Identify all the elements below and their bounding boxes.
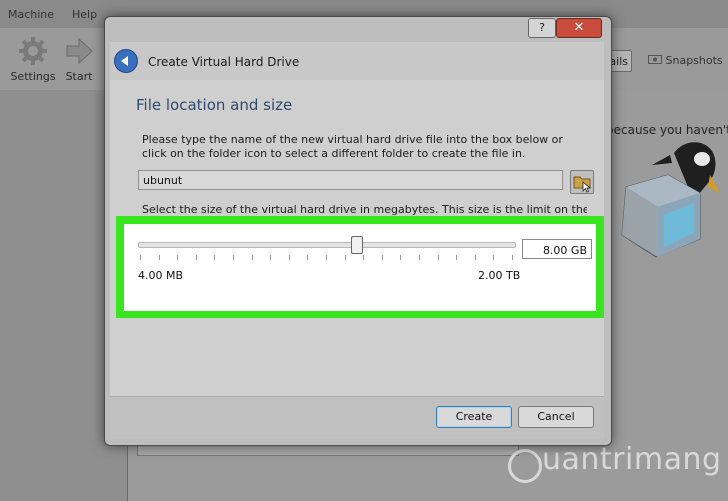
slider-tick xyxy=(177,255,179,260)
gear-icon xyxy=(19,37,47,65)
tab-snapshots-label: Snapshots xyxy=(665,54,723,67)
section-title: File location and size xyxy=(136,96,293,114)
tab-snapshots[interactable]: Snapshots xyxy=(648,54,723,67)
slider-tick xyxy=(381,255,383,260)
slider-tick xyxy=(140,255,141,260)
lightbulb-icon xyxy=(508,449,542,483)
start-button[interactable]: Start xyxy=(54,36,104,83)
help-button[interactable]: ? xyxy=(528,18,556,38)
menu-machine[interactable]: Machine xyxy=(8,8,54,21)
slider-min-label: 4.00 MB xyxy=(138,269,184,282)
slider-tick xyxy=(437,255,439,260)
cancel-button[interactable]: Cancel xyxy=(518,406,594,428)
arrow-right-icon xyxy=(66,37,93,65)
close-button[interactable]: ✕ xyxy=(556,18,602,38)
slider-tick xyxy=(158,255,160,260)
folder-icon xyxy=(573,176,592,193)
slider-tick xyxy=(233,255,234,260)
camera-icon xyxy=(648,55,662,64)
slider-tick xyxy=(344,255,346,260)
slider-tick xyxy=(456,255,458,260)
slider-tick xyxy=(326,255,327,260)
slider-tick xyxy=(288,255,290,260)
slider-tick xyxy=(251,255,253,260)
size-slider-track[interactable] xyxy=(138,242,516,248)
slider-tick xyxy=(195,255,197,260)
back-arrow-icon[interactable] xyxy=(114,49,138,73)
size-value-input[interactable] xyxy=(522,239,592,259)
file-name-input[interactable] xyxy=(138,170,563,190)
settings-label: Settings xyxy=(10,70,56,83)
size-description: Select the size of the virtual hard driv… xyxy=(142,203,587,216)
menu-help[interactable]: Help xyxy=(72,8,97,21)
slider-tick xyxy=(512,255,513,260)
slider-tick xyxy=(400,255,402,260)
start-label: Start xyxy=(65,70,93,83)
slider-max-label: 2.00 TB xyxy=(478,269,521,282)
slider-tick xyxy=(363,255,365,260)
slider-tick xyxy=(474,255,476,260)
slider-tick xyxy=(493,255,495,260)
watermark-text: uantrimang xyxy=(542,442,722,477)
slider-tick xyxy=(307,255,309,260)
dialog-title: Create Virtual Hard Drive xyxy=(148,55,300,69)
settings-button[interactable]: Settings xyxy=(8,36,58,83)
slider-tick xyxy=(270,255,272,260)
location-description: Please type the name of the new virtual … xyxy=(142,133,563,160)
size-slider-handle[interactable] xyxy=(351,236,364,254)
choose-folder-button[interactable] xyxy=(570,170,594,194)
slider-tick xyxy=(419,255,420,260)
slider-tick xyxy=(214,255,216,260)
create-button[interactable]: Create xyxy=(436,406,512,428)
virtualbox-mascot-icon xyxy=(621,142,720,258)
